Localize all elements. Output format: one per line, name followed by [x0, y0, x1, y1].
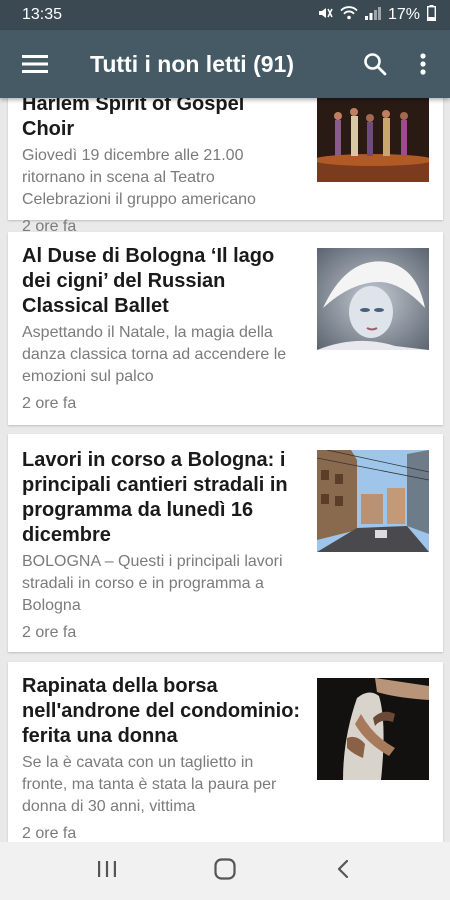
article-time: 2 ore fa — [22, 825, 77, 842]
status-bar: 13:35 17% — [0, 0, 450, 30]
article-thumbnail — [317, 450, 429, 552]
signal-icon — [364, 6, 381, 25]
article-card[interactable]: Al Duse di Bologna ‘Il lago dei cigni’ d… — [8, 232, 443, 425]
status-icons: 17% — [317, 4, 436, 26]
article-title: Al Duse di Bologna ‘Il lago dei cigni’ d… — [22, 245, 275, 317]
app-bar: Tutti i non letti (91) — [0, 30, 450, 98]
menu-icon[interactable] — [0, 30, 70, 98]
home-button[interactable] — [195, 842, 255, 900]
recents-icon — [97, 860, 117, 883]
back-button[interactable] — [313, 842, 373, 900]
article-summary: Se la è cavata con un taglietto in front… — [22, 754, 277, 815]
article-card[interactable]: Rapinata della borsa nell'androne del co… — [8, 662, 443, 842]
back-icon — [337, 859, 349, 884]
article-title: Rapinata della borsa nell'androne del co… — [22, 675, 301, 747]
mute-icon — [317, 5, 333, 26]
article-summary: BOLOGNA – Questi i principali lavori str… — [22, 553, 283, 614]
system-nav-bar — [0, 842, 450, 900]
article-title: Lavori in corso a Bologna: i principali … — [22, 449, 288, 546]
status-time: 13:35 — [22, 6, 63, 23]
article-thumbnail — [317, 248, 429, 350]
article-time: 2 ore fa — [22, 395, 77, 412]
search-icon[interactable] — [350, 30, 400, 98]
wifi-icon — [340, 5, 358, 26]
article-title: Harlem Spirit of Gospel Choir — [22, 98, 245, 140]
article-thumbnail — [317, 678, 429, 780]
page-title: Tutti i non letti (91) — [90, 50, 294, 77]
home-icon — [214, 857, 236, 885]
article-time: 2 ore fa — [22, 624, 77, 641]
article-thumbnail — [317, 98, 429, 182]
article-card[interactable]: Harlem Spirit of Gospel Choir Giovedì 19… — [8, 98, 443, 235]
article-card[interactable]: Lavori in corso a Bologna: i principali … — [8, 434, 443, 652]
overflow-icon[interactable] — [400, 30, 446, 98]
battery-icon — [426, 4, 436, 26]
article-summary: Giovedì 19 dicembre alle 21.00 ritornano… — [22, 147, 256, 208]
article-summary: Aspettando il Natale, la magia della dan… — [22, 324, 287, 385]
article-feed[interactable]: Harlem Spirit of Gospel Choir Giovedì 19… — [0, 98, 450, 842]
battery-percent: 17% — [387, 6, 420, 23]
recents-button[interactable] — [77, 842, 137, 900]
